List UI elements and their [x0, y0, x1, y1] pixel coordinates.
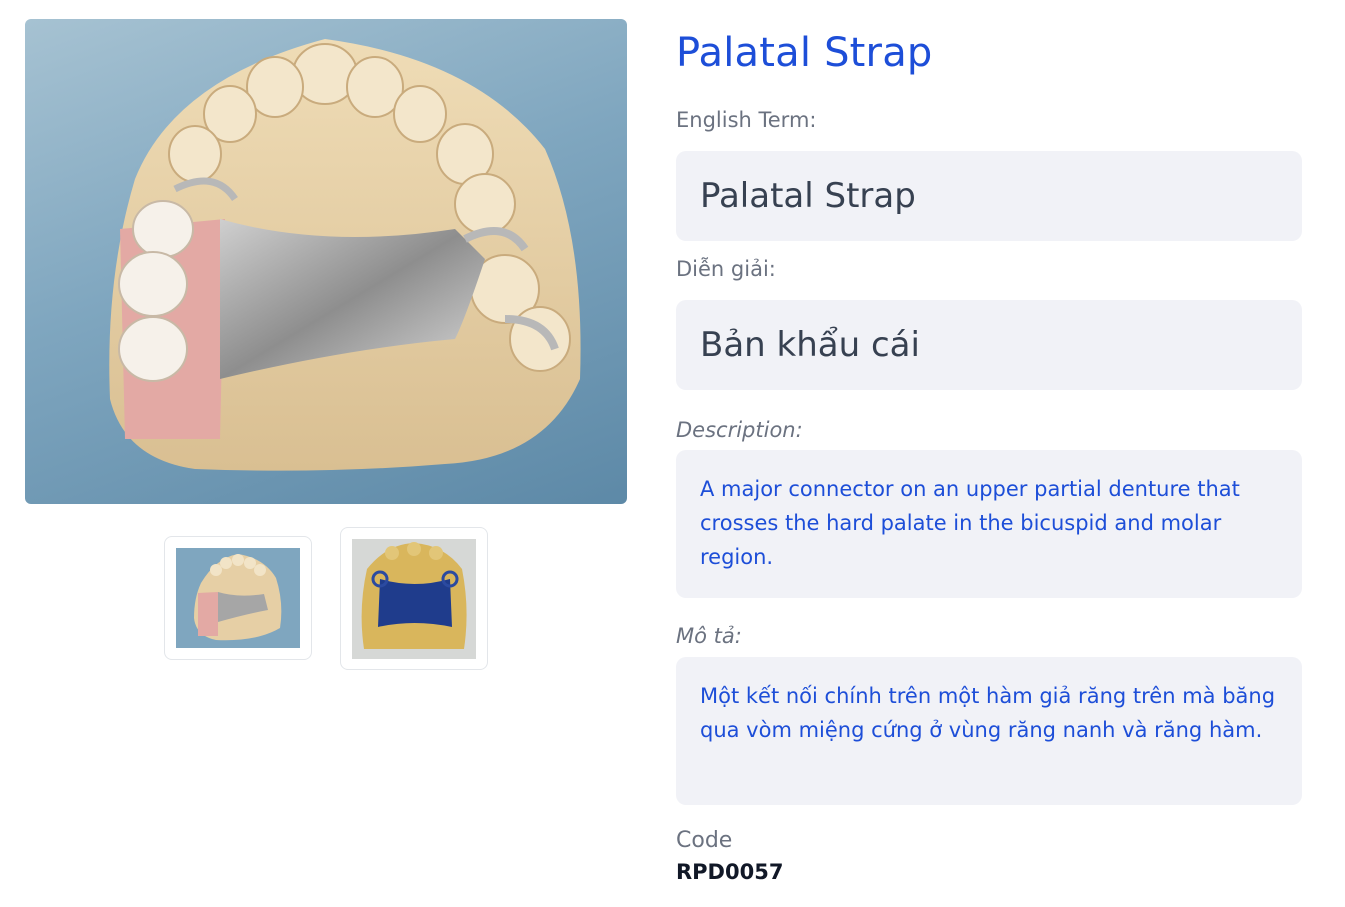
english-term-label: English Term: [676, 108, 817, 132]
description-label: Description: [676, 418, 803, 442]
page-title: Palatal Strap [676, 30, 933, 76]
vn-description-box: Một kết nối chính trên một hàm giả răng … [676, 657, 1302, 805]
vn-description-text: Một kết nối chính trên một hàm giả răng … [700, 684, 1276, 742]
vn-description-label: Mô tả: [676, 624, 742, 648]
vietnamese-term-box: Bản khẩu cái [676, 300, 1302, 390]
english-term-box: Palatal Strap [676, 151, 1302, 241]
english-term-value: Palatal Strap [700, 176, 916, 216]
dental-model-photo-icon [109, 39, 581, 471]
description-text: A major connector on an upper partial de… [700, 477, 1240, 569]
vietnamese-term-label: Diễn giải: [676, 257, 776, 281]
palatal-strap-wax-pattern-thumbnail-icon [352, 538, 476, 659]
code-label: Code [676, 828, 733, 853]
gallery-thumbnail-1[interactable] [164, 536, 312, 660]
product-code: RPD0057 [676, 860, 784, 884]
palatal-strap-metal-thumbnail-icon [176, 548, 300, 648]
main-product-image[interactable] [25, 19, 627, 504]
vietnamese-term-value: Bản khẩu cái [700, 325, 920, 365]
description-box: A major connector on an upper partial de… [676, 450, 1302, 598]
gallery-thumbnail-2[interactable] [340, 527, 488, 670]
